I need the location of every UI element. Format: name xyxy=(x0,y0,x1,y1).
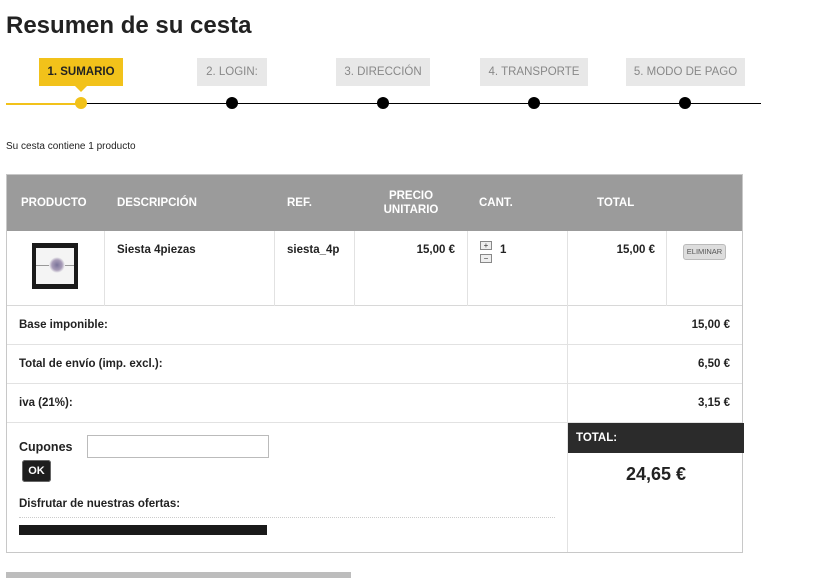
step-address[interactable]: 3. DIRECCIÓN xyxy=(336,58,430,86)
qty-increase-button[interactable]: + xyxy=(480,241,492,250)
product-total: 15,00 € xyxy=(616,244,655,256)
step-dot-summary xyxy=(75,97,87,109)
shipping-value: 6,50 € xyxy=(698,358,730,370)
column-divider xyxy=(274,231,275,306)
step-label: 2. LOGIN: xyxy=(206,66,258,78)
table-row: Siesta 4piezas siesta_4p 15,00 € + − 1 1… xyxy=(7,231,742,306)
bottom-scroll-bar xyxy=(6,572,351,578)
product-ref: siesta_4p xyxy=(287,244,340,256)
step-summary[interactable]: 1. SUMARIO xyxy=(39,58,123,92)
step-label: 5. MODO DE PAGO xyxy=(633,66,738,78)
step-label: 1. SUMARIO xyxy=(47,66,115,78)
coupon-label: Cupones xyxy=(19,440,73,454)
header-ref: REF. xyxy=(287,197,312,209)
page-title: Resumen de su cesta xyxy=(6,12,252,39)
header-description: DESCRIPCIÓN xyxy=(117,197,197,209)
step-label: 3. DIRECCIÓN xyxy=(344,66,422,78)
tax-row: iva (21%): 3,15 € xyxy=(7,384,742,423)
step-dot-login xyxy=(226,97,238,109)
header-product: PRODUCTO xyxy=(21,197,87,209)
product-description-link[interactable]: Siesta 4piezas xyxy=(117,244,196,256)
grand-total-label: TOTAL: xyxy=(568,423,744,453)
product-image xyxy=(36,248,74,284)
shipping-label: Total de envío (imp. excl.): xyxy=(19,358,163,370)
offers-label: Disfrutar de nuestras ofertas: xyxy=(19,498,181,510)
remove-item-button[interactable]: ELIMINAR xyxy=(683,244,726,260)
column-divider xyxy=(467,231,468,306)
step-shipping[interactable]: 4. TRANSPORTE xyxy=(480,58,588,86)
column-divider xyxy=(666,231,667,306)
coupon-input[interactable] xyxy=(87,435,269,458)
tax-label: iva (21%): xyxy=(19,397,73,409)
header-unit-price: PRECIO UNITARIO xyxy=(363,175,459,231)
cart-table: PRODUCTO DESCRIPCIÓN REF. PRECIO UNITARI… xyxy=(6,174,744,553)
step-label: 4. TRANSPORTE xyxy=(488,66,580,78)
header-unit-price-line1: PRECIO xyxy=(388,190,434,202)
step-dot-address xyxy=(377,97,389,109)
progress-line-active xyxy=(6,102,81,105)
grand-total-box: TOTAL: 24,65 € xyxy=(567,423,744,552)
header-qty: CANT. xyxy=(479,197,513,209)
table-header: PRODUCTO DESCRIPCIÓN REF. PRECIO UNITARI… xyxy=(7,175,742,231)
coupon-section: Cupones OK Disfrutar de nuestras ofertas… xyxy=(7,423,567,552)
header-unit-price-line2: UNITARIO xyxy=(383,204,439,216)
column-divider xyxy=(104,231,105,306)
subtotal-value: 15,00 € xyxy=(691,319,730,331)
column-divider xyxy=(567,345,568,384)
offers-redacted-bar xyxy=(19,525,267,535)
column-divider xyxy=(567,231,568,306)
step-arrow-indicator xyxy=(75,86,87,92)
grand-total-value: 24,65 € xyxy=(625,464,687,484)
tax-value: 3,15 € xyxy=(698,397,730,409)
product-thumbnail[interactable] xyxy=(32,243,78,289)
header-total: TOTAL xyxy=(597,197,635,209)
cart-count-text: Su cesta contiene 1 producto xyxy=(6,141,136,152)
product-qty: 1 xyxy=(500,244,507,256)
subtotal-row: Base imponible: 15,00 € xyxy=(7,306,742,345)
column-divider xyxy=(567,306,568,345)
column-divider xyxy=(567,384,568,423)
subtotal-label: Base imponible: xyxy=(19,319,108,331)
product-image-figure xyxy=(49,257,65,273)
step-dot-payment xyxy=(679,97,691,109)
step-payment[interactable]: 5. MODO DE PAGO xyxy=(626,58,745,86)
step-dot-shipping xyxy=(528,97,540,109)
column-divider xyxy=(354,231,355,306)
step-login[interactable]: 2. LOGIN: xyxy=(197,58,267,86)
coupon-ok-button[interactable]: OK xyxy=(22,460,51,482)
offers-divider xyxy=(19,517,555,518)
product-unit-price: 15,00 € xyxy=(416,244,455,256)
shipping-row: Total de envío (imp. excl.): 6,50 € xyxy=(7,345,742,384)
qty-decrease-button[interactable]: − xyxy=(480,254,492,263)
